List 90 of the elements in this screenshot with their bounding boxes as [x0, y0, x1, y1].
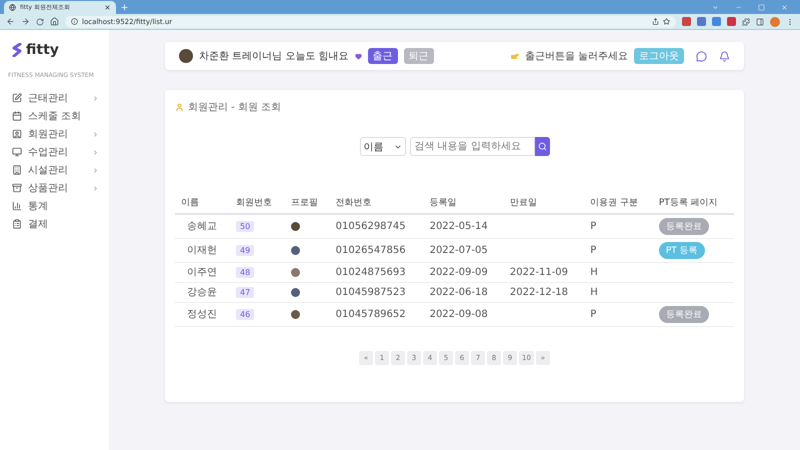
user-icon [12, 129, 22, 139]
member-number: 50 [236, 220, 254, 232]
column-header: 등록일 [424, 192, 504, 214]
table-cell: H [584, 282, 653, 302]
user-avatar [179, 49, 193, 63]
building-icon [12, 165, 22, 175]
chevron-icon [92, 130, 99, 138]
reload-icon[interactable] [36, 18, 44, 26]
search-button[interactable] [534, 137, 550, 156]
column-header: 이용권 구분 [584, 192, 653, 214]
column-header: PT등록 페이지 [652, 192, 734, 214]
table-cell: 2022-06-18 [424, 282, 504, 302]
table-cell: 정성진 [175, 302, 230, 326]
table-cell: 2022-11-09 [504, 262, 584, 282]
globe-icon [9, 4, 16, 11]
table-cell: H [584, 262, 653, 282]
sidebar-item[interactable]: 상품관리 [12, 179, 109, 197]
clipboard-icon [12, 219, 22, 229]
monitor-icon [12, 147, 22, 157]
page-title: 회원관리 - 회원 조회 [188, 101, 282, 114]
pt-register-button[interactable]: PT 등록 [658, 242, 705, 258]
table-cell: 01026547856 [330, 238, 424, 262]
column-header: 회원번호 [230, 192, 285, 214]
profile-avatar [290, 246, 300, 254]
table-cell: 이재헌 [175, 238, 230, 262]
info-icon [71, 18, 78, 25]
sidebar-item[interactable]: 통계 [12, 197, 109, 215]
side-panel-icon[interactable] [756, 18, 764, 26]
logo-icon [12, 43, 22, 57]
table-cell: P [584, 302, 653, 326]
bar-chart-icon [12, 201, 22, 211]
table-cell: 2022-12-18 [504, 282, 584, 302]
sidebar-item[interactable]: 근태관리 [12, 89, 109, 107]
check-in-button[interactable]: 출근 [368, 48, 398, 64]
sidebar-item[interactable]: 수업관리 [12, 143, 109, 161]
bell-icon[interactable] [719, 50, 730, 62]
column-header: 만료일 [504, 192, 584, 214]
chevron-icon [92, 166, 99, 174]
sidebar-item[interactable]: 회원관리 [12, 125, 109, 143]
greeting-text: 차준환 트레이너님 오늘도 힘내요 [199, 50, 349, 63]
member-number: 47 [236, 286, 254, 298]
member-number: 49 [236, 244, 254, 256]
table-cell: 2022-07-05 [424, 238, 504, 262]
table-cell: 01056298745 [330, 214, 424, 238]
heart-icon [354, 52, 362, 60]
table-cell: P [584, 214, 653, 238]
chat-icon[interactable] [696, 50, 707, 62]
profile-avatar [290, 268, 300, 276]
chevron-icon [92, 94, 99, 102]
column-header: 프로필 [284, 192, 330, 214]
profile-avatar [290, 310, 300, 318]
calendar-icon [12, 111, 22, 121]
registered-button[interactable]: 등록완료 [658, 218, 709, 235]
sidebar-item[interactable]: 시설관리 [12, 161, 109, 179]
table-cell: 2022-05-14 [424, 214, 504, 238]
profile-avatar [290, 288, 300, 296]
home-icon[interactable] [50, 17, 59, 26]
chevron-icon [92, 184, 99, 192]
sidebar-item[interactable]: 스케줄 조회 [12, 107, 109, 125]
search-select[interactable]: 이름 [360, 137, 406, 156]
search-icon [538, 142, 546, 151]
member-number: 46 [236, 308, 254, 320]
sidebar-item[interactable]: 결제 [12, 215, 109, 233]
person-icon [175, 102, 184, 112]
table-cell: 이주연 [175, 262, 230, 282]
share-icon[interactable] [652, 18, 659, 25]
table-cell: 송혜교 [175, 214, 230, 238]
close-icon[interactable] [104, 4, 111, 11]
table-cell: 2022-09-09 [424, 262, 504, 282]
registered-button[interactable]: 등록완료 [658, 306, 709, 322]
star-icon[interactable] [663, 18, 670, 25]
table-cell: 01024875693 [330, 262, 424, 282]
logo-text: fitty [26, 42, 59, 58]
archive-icon [12, 183, 22, 193]
column-header: 이름 [175, 192, 230, 214]
profile-avatar [290, 222, 300, 231]
notice-text: 출근버튼을 눌러주세요 [524, 50, 628, 63]
puzzle-icon[interactable] [742, 18, 750, 26]
search-field[interactable]: 검색 내용을 입력하세요 [410, 137, 534, 156]
table-cell: 01045987523 [330, 282, 424, 302]
member-number: 48 [236, 266, 254, 278]
back-icon[interactable] [6, 17, 15, 26]
table-cell: P [584, 238, 653, 262]
chevron-icon [92, 148, 99, 156]
table-cell: 강승윤 [175, 282, 230, 302]
table-cell: 01045789652 [330, 302, 424, 326]
column-header: 전화번호 [330, 192, 424, 214]
table-cell: 2022-09-08 [424, 302, 504, 326]
forward-icon[interactable] [21, 17, 30, 26]
edit-icon [12, 93, 22, 103]
